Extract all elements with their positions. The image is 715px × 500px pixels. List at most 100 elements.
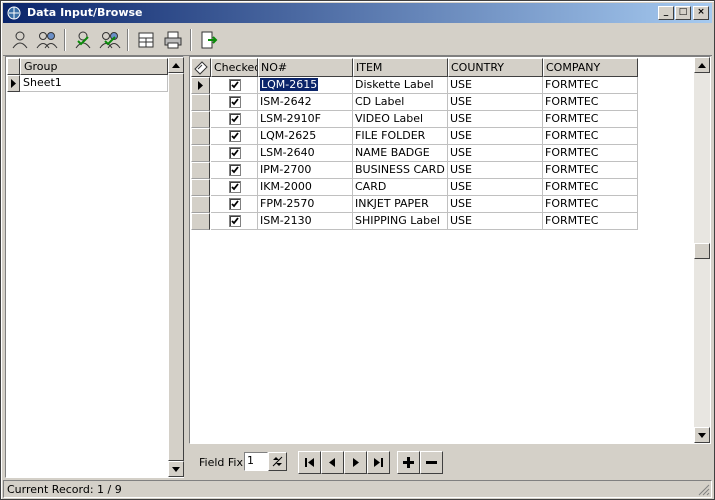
- no-cell[interactable]: ISM-2642: [258, 94, 353, 111]
- country-cell[interactable]: USE: [448, 94, 543, 111]
- row-checkbox[interactable]: [229, 130, 241, 142]
- table-row[interactable]: LQM-2625 FILE FOLDER USE FORMTEC: [191, 128, 638, 145]
- row-indicator[interactable]: [191, 196, 210, 213]
- group-row[interactable]: Sheet1: [7, 75, 168, 92]
- item-cell[interactable]: NAME BADGE: [353, 145, 448, 162]
- minimize-button[interactable]: _: [658, 6, 674, 20]
- table-row[interactable]: ISM-2130 SHIPPING Label USE FORMTEC: [191, 213, 638, 230]
- row-checkbox[interactable]: [229, 79, 241, 91]
- user-check-icon[interactable]: [70, 27, 96, 53]
- first-record-button[interactable]: [298, 451, 321, 474]
- maximize-button[interactable]: □: [675, 6, 691, 20]
- country-cell[interactable]: USE: [448, 196, 543, 213]
- scroll-up-button[interactable]: [694, 57, 710, 73]
- company-cell[interactable]: FORMTEC: [543, 145, 638, 162]
- checked-cell[interactable]: [211, 162, 258, 179]
- row-indicator[interactable]: [191, 128, 210, 145]
- group-vertical-scrollbar[interactable]: [168, 57, 184, 477]
- company-cell[interactable]: FORMTEC: [543, 77, 638, 94]
- table-row[interactable]: IPM-2700 BUSINESS CARD USE FORMTEC: [191, 162, 638, 179]
- table-row[interactable]: LQM-2615 Diskette Label USE FORMTEC: [191, 77, 638, 94]
- checked-cell[interactable]: [211, 94, 258, 111]
- country-cell[interactable]: USE: [448, 162, 543, 179]
- company-cell[interactable]: FORMTEC: [543, 179, 638, 196]
- company-cell[interactable]: FORMTEC: [543, 196, 638, 213]
- table-row[interactable]: IKM-2000 CARD USE FORMTEC: [191, 179, 638, 196]
- no-cell[interactable]: LQM-2615: [258, 77, 353, 94]
- table-row[interactable]: LSM-2640 NAME BADGE USE FORMTEC: [191, 145, 638, 162]
- table-row[interactable]: FPM-2570 INKJET PAPER USE FORMTEC: [191, 196, 638, 213]
- title-bar[interactable]: Data Input/Browse _ □ ×: [3, 3, 712, 23]
- user-icon[interactable]: [7, 27, 33, 53]
- row-indicator[interactable]: [191, 94, 210, 111]
- column-header-no[interactable]: NO#: [258, 58, 353, 77]
- no-cell[interactable]: LSM-2910F: [258, 111, 353, 128]
- checked-cell[interactable]: [211, 77, 258, 94]
- checked-cell[interactable]: [211, 145, 258, 162]
- country-cell[interactable]: USE: [448, 145, 543, 162]
- users-check-icon[interactable]: [97, 27, 123, 53]
- company-cell[interactable]: FORMTEC: [543, 213, 638, 230]
- printer-icon[interactable]: [160, 27, 186, 53]
- column-header-company[interactable]: COMPANY: [543, 58, 638, 77]
- row-checkbox[interactable]: [229, 198, 241, 210]
- no-cell[interactable]: IPM-2700: [258, 162, 353, 179]
- row-indicator[interactable]: [191, 111, 210, 128]
- no-cell[interactable]: ISM-2130: [258, 213, 353, 230]
- scroll-up-button[interactable]: [168, 57, 184, 73]
- item-cell[interactable]: VIDEO Label: [353, 111, 448, 128]
- item-cell[interactable]: CD Label: [353, 94, 448, 111]
- checked-cell[interactable]: [211, 213, 258, 230]
- next-record-button[interactable]: [344, 451, 367, 474]
- company-cell[interactable]: FORMTEC: [543, 162, 638, 179]
- grid-corner[interactable]: [191, 58, 211, 77]
- scroll-down-button[interactable]: [694, 427, 710, 443]
- row-indicator[interactable]: [191, 213, 210, 230]
- row-checkbox[interactable]: [229, 181, 241, 193]
- no-cell[interactable]: IKM-2000: [258, 179, 353, 196]
- scroll-down-button[interactable]: [168, 461, 184, 477]
- item-cell[interactable]: BUSINESS CARD: [353, 162, 448, 179]
- checked-cell[interactable]: [211, 111, 258, 128]
- table-row[interactable]: ISM-2642 CD Label USE FORMTEC: [191, 94, 638, 111]
- current-row-indicator[interactable]: [191, 77, 210, 94]
- prev-record-button[interactable]: [321, 451, 344, 474]
- close-button[interactable]: ×: [693, 6, 709, 20]
- country-cell[interactable]: USE: [448, 128, 543, 145]
- column-header-checked[interactable]: Checked: [211, 58, 258, 77]
- country-cell[interactable]: USE: [448, 179, 543, 196]
- group-cell[interactable]: Sheet1: [21, 75, 168, 92]
- row-checkbox[interactable]: [229, 215, 241, 227]
- item-cell[interactable]: Diskette Label: [353, 77, 448, 94]
- company-cell[interactable]: FORMTEC: [543, 94, 638, 111]
- column-header-country[interactable]: COUNTRY: [448, 58, 543, 77]
- no-cell[interactable]: LQM-2625: [258, 128, 353, 145]
- grid-vertical-scrollbar[interactable]: [694, 57, 710, 443]
- scroll-thumb[interactable]: [694, 243, 710, 259]
- add-record-button[interactable]: [397, 451, 420, 474]
- group-column-header[interactable]: Group: [20, 58, 168, 75]
- field-fix-input[interactable]: 1: [244, 452, 268, 471]
- layout-icon[interactable]: [133, 27, 159, 53]
- checked-cell[interactable]: [211, 179, 258, 196]
- row-checkbox[interactable]: [229, 96, 241, 108]
- row-indicator[interactable]: [191, 145, 210, 162]
- exit-icon[interactable]: [195, 27, 221, 53]
- scroll-thumb[interactable]: [168, 73, 184, 461]
- users-icon[interactable]: [34, 27, 60, 53]
- row-indicator[interactable]: [191, 162, 210, 179]
- row-checkbox[interactable]: [229, 164, 241, 176]
- item-cell[interactable]: CARD: [353, 179, 448, 196]
- no-cell[interactable]: LSM-2640: [258, 145, 353, 162]
- company-cell[interactable]: FORMTEC: [543, 111, 638, 128]
- item-cell[interactable]: FILE FOLDER: [353, 128, 448, 145]
- row-checkbox[interactable]: [229, 147, 241, 159]
- company-cell[interactable]: FORMTEC: [543, 128, 638, 145]
- no-cell[interactable]: FPM-2570: [258, 196, 353, 213]
- resize-grip-icon[interactable]: [698, 484, 710, 496]
- delete-record-button[interactable]: [420, 451, 443, 474]
- item-cell[interactable]: INKJET PAPER: [353, 196, 448, 213]
- row-indicator[interactable]: [191, 179, 210, 196]
- checked-cell[interactable]: [211, 128, 258, 145]
- row-checkbox[interactable]: [229, 113, 241, 125]
